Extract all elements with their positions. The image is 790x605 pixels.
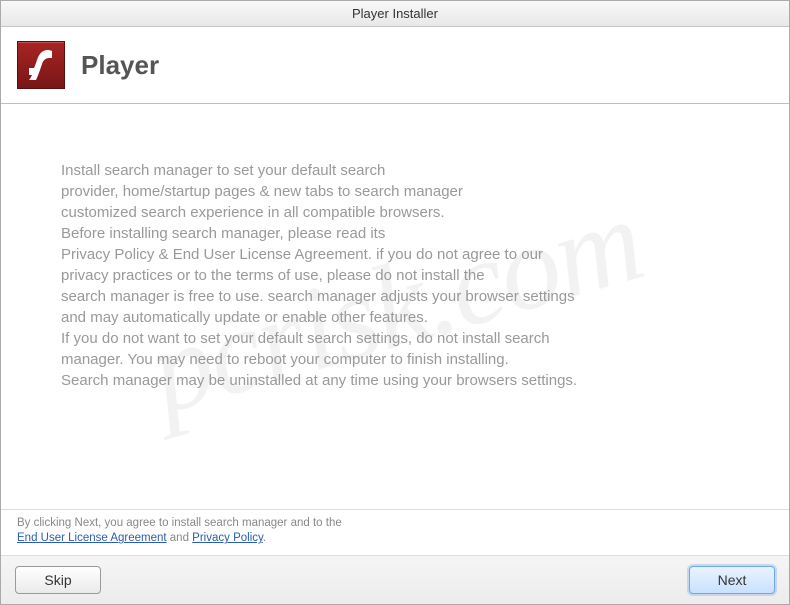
body-text: Install search manager to set your defau… [61,160,729,391]
privacy-policy-link[interactable]: Privacy Policy [192,532,263,544]
eula-link[interactable]: End User License Agreement [17,532,167,544]
installer-window: Player Installer Player pcrisk.com Insta… [0,0,790,605]
agreement-text: By clicking Next, you agree to install s… [1,509,789,556]
header-title: Player [81,50,159,81]
agreement-suffix: . [263,532,266,544]
window-title: Player Installer [352,6,438,21]
header: Player [1,27,789,104]
footer: Skip Next [1,556,789,604]
flash-player-icon [17,41,65,89]
agreement-connector: and [167,532,193,544]
skip-button[interactable]: Skip [15,566,101,594]
agreement-prefix: By clicking Next, you agree to install s… [17,517,342,529]
next-button[interactable]: Next [689,566,775,594]
body-area: pcrisk.com Install search manager to set… [1,104,789,509]
window-titlebar: Player Installer [1,1,789,27]
